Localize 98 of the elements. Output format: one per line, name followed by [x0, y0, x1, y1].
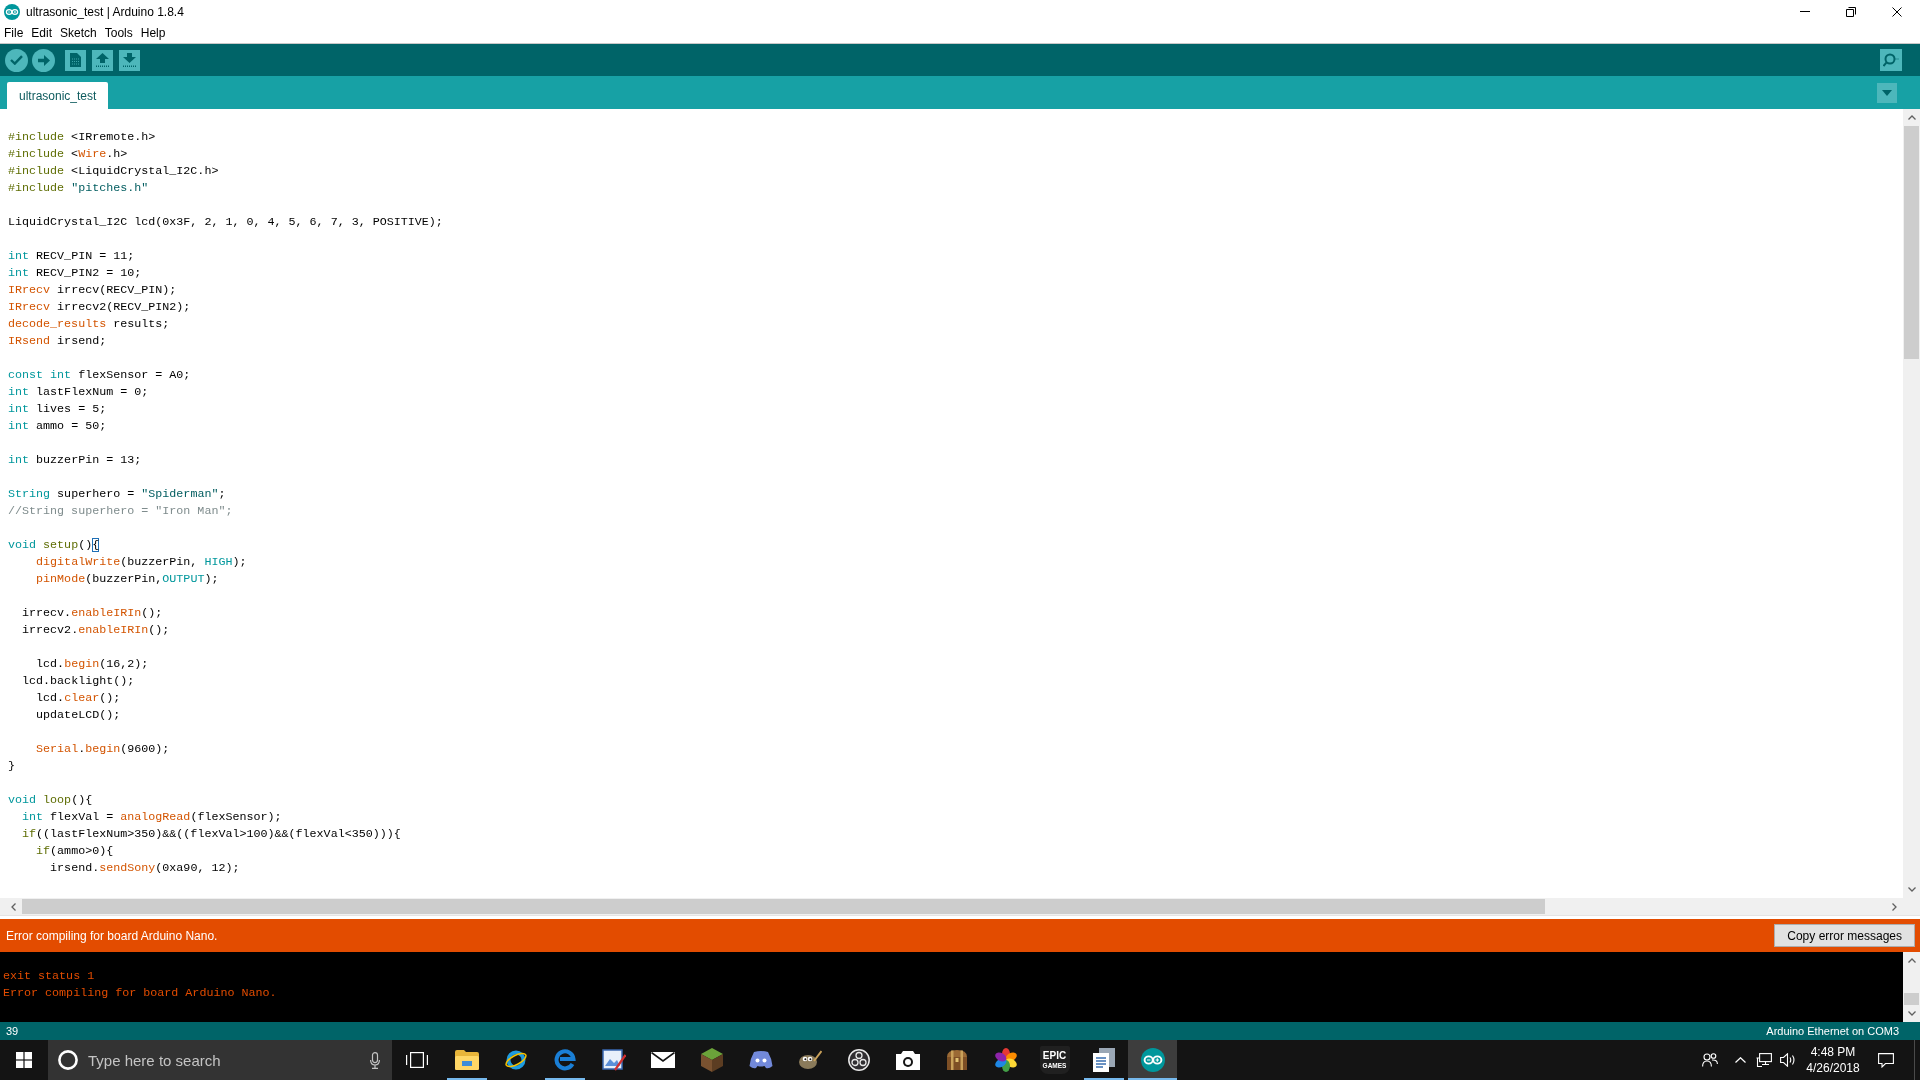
- taskbar-app-button[interactable]: [1128, 1040, 1177, 1080]
- scrollbar-thumb[interactable]: [1904, 126, 1919, 359]
- folder-icon: [454, 1050, 479, 1070]
- save-button[interactable]: [119, 49, 140, 71]
- code-line: //String superhero = "Iron Man";: [8, 503, 233, 520]
- envelope-icon: [650, 1052, 675, 1068]
- menu-item[interactable]: Edit: [27, 24, 57, 42]
- code-line: irrecv2.enableIRIn();: [22, 622, 170, 639]
- code-line: const int flexSensor = A0;: [8, 367, 191, 384]
- magnifier-icon: [1883, 53, 1899, 67]
- menu-item[interactable]: File: [0, 24, 28, 42]
- code-line: IRrecv irrecv(RECV_PIN);: [8, 282, 177, 299]
- arc-logo-icon: [553, 1049, 576, 1071]
- sketch-tab[interactable]: ultrasonic_test: [7, 82, 109, 109]
- code-line: int RECV_PIN = 11;: [8, 248, 135, 265]
- check-icon: [10, 55, 23, 65]
- orbit-ring-icon: [503, 1049, 528, 1071]
- notification-icon[interactable]: [1878, 1052, 1894, 1068]
- tab-menu-button[interactable]: [1877, 82, 1897, 103]
- close-icon: [1892, 6, 1902, 17]
- menu-item[interactable]: Help: [136, 24, 170, 42]
- microphone-icon[interactable]: [370, 1051, 380, 1069]
- verify-button[interactable]: [5, 48, 28, 72]
- code-line: int buzzerPin = 13;: [8, 452, 142, 469]
- arrow-right-icon: [37, 54, 50, 66]
- line-number: 39: [6, 1025, 19, 1037]
- code-line: #include <Wire.h>: [8, 146, 128, 163]
- code-line: digitalWrite(buzzerPin, HIGH);: [36, 554, 247, 571]
- chest-icon: [945, 1049, 968, 1071]
- console-line: Error compiling for board Arduino Nano.: [3, 985, 277, 1002]
- code-line: updateLCD();: [36, 707, 121, 724]
- restore-icon: [1846, 6, 1856, 17]
- menu-item[interactable]: Tools: [100, 24, 137, 42]
- code-line: LiquidCrystal_I2C lcd(0x3F, 2, 1, 0, 4, 5, 6, 7, 3, POSITIVE);: [8, 214, 443, 231]
- app-logo-icon: [4, 3, 20, 20]
- people-icon[interactable]: [1702, 1053, 1718, 1067]
- clock-time: 4:48 PM: [1810, 1044, 1856, 1060]
- infinity-logo-icon: [1140, 1048, 1165, 1072]
- code-line: #include "pitches.h": [8, 180, 149, 197]
- code-line: String superhero = "Spiderman";: [8, 486, 226, 503]
- code-line: Serial.begin(9600);: [36, 741, 170, 758]
- code-line: void loop(){: [8, 792, 93, 809]
- chevron-down-icon[interactable]: [1907, 887, 1916, 892]
- code-line: if((lastFlexNum>350)&&((flexVal>100)&&(flexVal<350))){: [22, 826, 401, 843]
- picture-pen-icon: [601, 1048, 626, 1072]
- caret-down-icon: [1882, 89, 1892, 96]
- code-line: lcd.clear();: [36, 690, 121, 707]
- network-icon[interactable]: [1756, 1053, 1772, 1067]
- creature-icon: [797, 1050, 822, 1070]
- chevron-down-icon[interactable]: [1907, 1011, 1916, 1016]
- pinwheel-icon: [993, 1048, 1018, 1072]
- code-line: lcd.begin(16,2);: [36, 656, 149, 673]
- task-view-icon: [406, 1052, 428, 1068]
- code-line: int ammo = 50;: [8, 418, 107, 435]
- code-line: }: [8, 758, 15, 775]
- code-line: decode_results results;: [8, 316, 170, 333]
- code-line: pinMode(buzzerPin,OUTPUT);: [36, 571, 219, 588]
- chevron-left-icon[interactable]: [11, 902, 16, 911]
- console-line: exit status 1: [3, 968, 95, 985]
- ring-icon: [58, 1050, 78, 1070]
- code-line: int lastFlexNum = 0;: [8, 384, 149, 401]
- clock-date: 4/26/2018: [1806, 1060, 1860, 1076]
- arrow-up-icon: [96, 53, 109, 67]
- arrow-down-icon: [123, 53, 136, 67]
- copy-error-button[interactable]: Copy error messages: [1774, 924, 1915, 947]
- speaker-icon[interactable]: [1780, 1053, 1796, 1067]
- minimize-icon: [1800, 11, 1810, 12]
- code-line: int RECV_PIN2 = 10;: [8, 265, 142, 282]
- upload-button[interactable]: [32, 48, 55, 72]
- document-stack-icon: [1092, 1048, 1115, 1072]
- cube-icon: [700, 1048, 723, 1072]
- code-line: #include <IRremote.h>: [8, 129, 156, 146]
- camera-icon: [895, 1050, 920, 1070]
- windows-logo-icon: [16, 1052, 32, 1068]
- code-line: if(ammo>0){: [36, 843, 114, 860]
- new-button[interactable]: [65, 49, 86, 71]
- search-field[interactable]: Type here to search: [88, 1048, 360, 1072]
- scrollbar-thumb[interactable]: [22, 899, 1545, 914]
- code-line: lcd.backlight();: [22, 673, 135, 690]
- board-port-label: Arduino Ethernet on COM3: [1766, 1025, 1899, 1037]
- serial-monitor-button[interactable]: [1880, 49, 1902, 71]
- code-line: IRrecv irrecv2(RECV_PIN2);: [8, 299, 191, 316]
- document-icon: [70, 53, 81, 67]
- rings-logo-icon: [847, 1049, 870, 1071]
- search-box[interactable]: Type here to search: [48, 1040, 392, 1080]
- code-line: irsend.sendSony(0xa90, 12);: [50, 860, 240, 877]
- code-line: irrecv.enableIRIn();: [22, 605, 163, 622]
- menu-item[interactable]: Sketch: [56, 24, 101, 42]
- scrollbar-thumb[interactable]: [1904, 993, 1919, 1005]
- open-button[interactable]: [92, 49, 113, 71]
- code-line: int lives = 5;: [8, 401, 107, 418]
- error-message: Error compiling for board Arduino Nano.: [6, 928, 218, 943]
- code-line: int flexVal = analogRead(flexSensor);: [22, 809, 282, 826]
- window-title: ultrasonic_test | Arduino 1.8.4: [26, 4, 184, 19]
- code-line: IRsend irsend;: [8, 333, 107, 350]
- chevron-right-icon[interactable]: [1892, 902, 1897, 911]
- gamepad-icon: [748, 1051, 773, 1069]
- code-line: #include <LiquidCrystal_I2C.h>: [8, 163, 219, 180]
